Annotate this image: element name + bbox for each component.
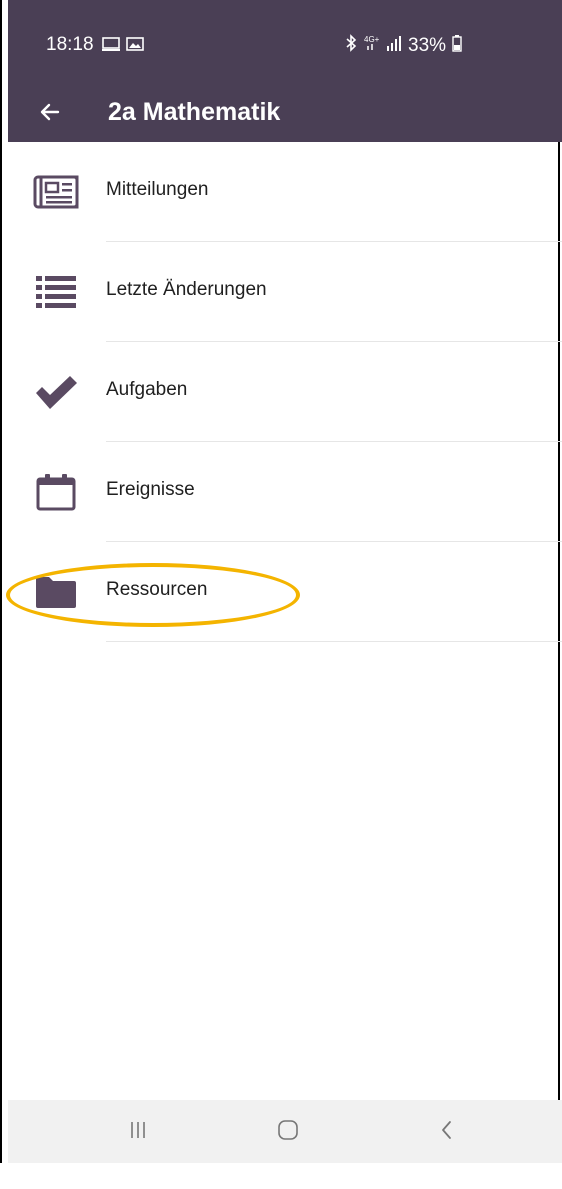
checkmark-icon <box>32 372 80 412</box>
divider <box>106 641 562 642</box>
folder-icon <box>32 572 80 612</box>
menu-item-label: Mitteilungen <box>106 179 209 200</box>
menu-item-ereignisse[interactable]: Ereignisse <box>8 442 562 542</box>
battery-text: 33% <box>408 35 447 56</box>
page-title: 2a Mathematik <box>108 98 281 126</box>
4g-icon: 4G+ <box>364 34 380 58</box>
status-bar: 18:18 4G+ 33% <box>8 0 562 86</box>
screen-icon <box>102 36 120 57</box>
menu-item-label: Aufgaben <box>106 379 188 400</box>
back-nav-button[interactable] <box>422 1114 472 1150</box>
bluetooth-icon <box>344 34 358 58</box>
menu-item-label: Ressourcen <box>106 579 208 600</box>
menu-item-aufgaben[interactable]: Aufgaben <box>8 342 562 442</box>
system-nav-bar <box>8 1100 562 1163</box>
status-time: 18:18 <box>46 34 94 55</box>
newspaper-icon <box>32 172 80 212</box>
menu-item-mitteilungen[interactable]: Mitteilungen <box>8 142 562 242</box>
home-icon <box>276 1118 300 1147</box>
calendar-icon <box>32 472 80 512</box>
back-icon <box>437 1119 457 1146</box>
image-icon <box>126 36 144 57</box>
home-button[interactable] <box>263 1114 313 1150</box>
menu-item-letzte-aenderungen[interactable]: Letzte Änderungen <box>8 242 562 342</box>
recent-apps-button[interactable] <box>113 1114 163 1150</box>
menu-item-label: Letzte Änderungen <box>106 279 267 300</box>
recent-apps-icon <box>128 1120 148 1145</box>
svg-text:4G+: 4G+ <box>364 35 380 44</box>
menu-item-label: Ereignisse <box>106 479 195 500</box>
back-button[interactable] <box>30 94 70 134</box>
menu-list: Mitteilungen Letzte Änderungen Aufgaben <box>8 142 562 642</box>
arrow-left-icon <box>38 100 62 129</box>
menu-item-ressourcen[interactable]: Ressourcen <box>8 542 562 642</box>
battery-icon <box>452 34 462 58</box>
signal-icon <box>386 34 402 58</box>
list-icon <box>32 272 80 312</box>
status-right-group: 4G+ 33% <box>344 34 462 58</box>
app-bar: 2a Mathematik <box>8 86 562 142</box>
